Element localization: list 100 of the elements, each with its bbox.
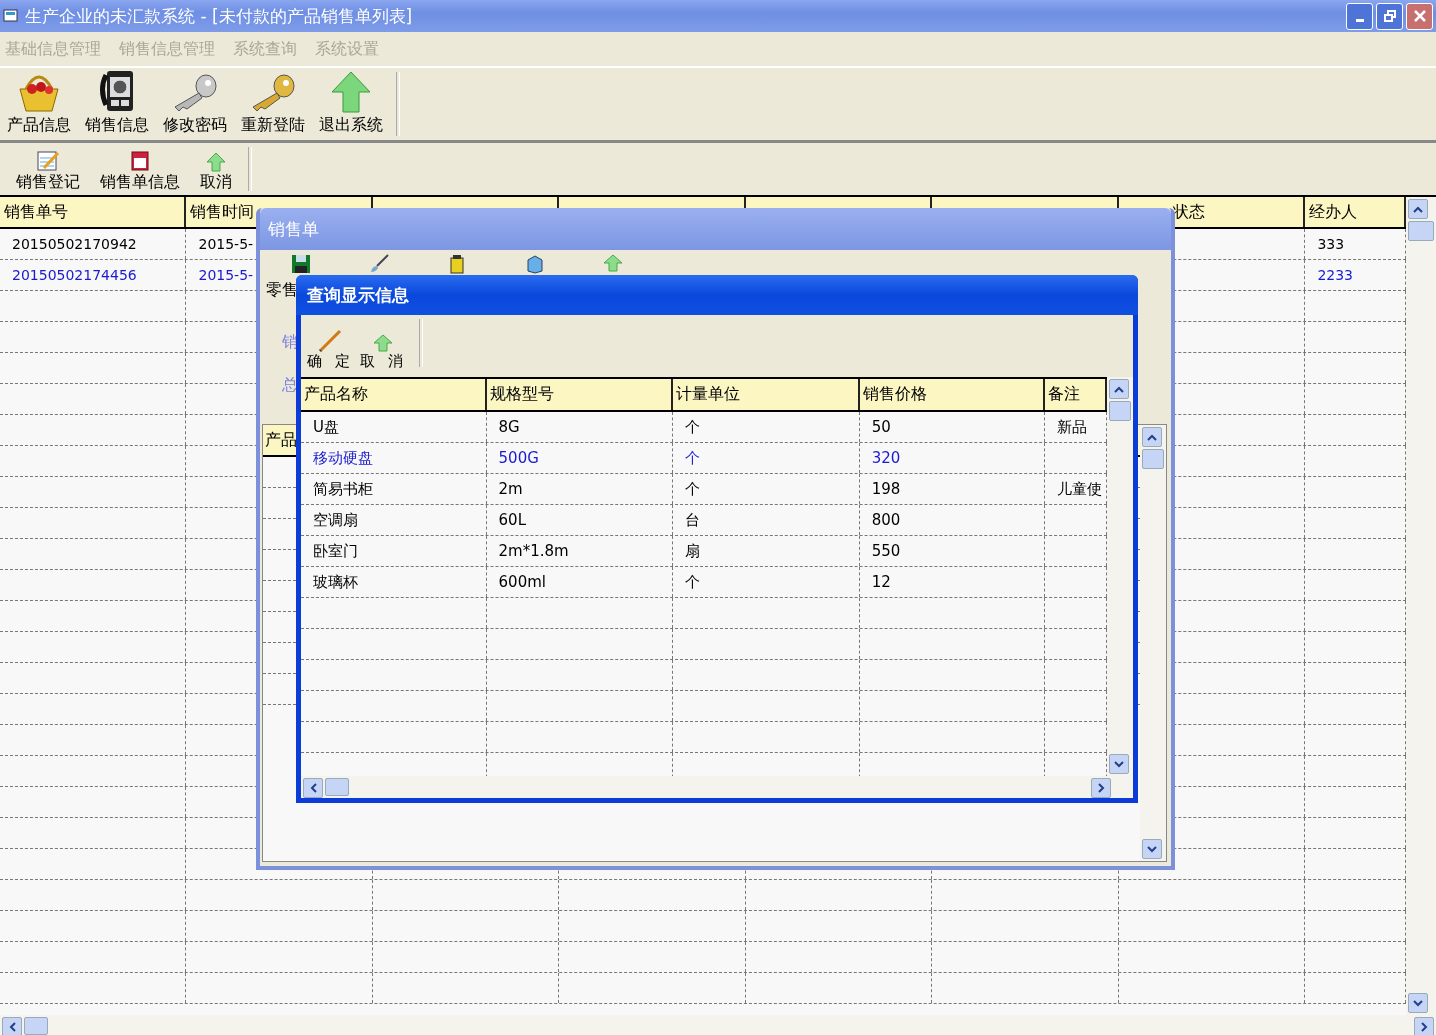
scroll-up-button[interactable] — [1408, 199, 1429, 219]
table-cell: 儿童使 — [1057, 479, 1103, 499]
table-cell: 20150502174456 — [12, 267, 137, 283]
table-cell: 550 — [871, 542, 901, 560]
table-cell: 500G — [498, 449, 539, 467]
scroll-down-button[interactable] — [1408, 993, 1429, 1013]
chevron-down-icon — [1114, 760, 1125, 768]
vertical-scrollbar[interactable] — [1140, 425, 1166, 861]
column-header[interactable]: 备注 — [1048, 384, 1081, 405]
up-arrow-icon — [206, 152, 226, 172]
field-label: 总 — [282, 375, 298, 396]
vertical-scrollbar[interactable] — [1107, 377, 1133, 776]
jar-icon[interactable] — [448, 254, 466, 274]
toolbar-button[interactable]: 取消 — [190, 152, 242, 195]
window-title: 生产企业的未汇款系统 - [未付款的产品销售单列表] — [25, 4, 414, 28]
table-cell: 扇 — [685, 541, 701, 561]
close-icon — [1412, 9, 1427, 23]
vertical-scrollbar[interactable] — [1406, 197, 1436, 1015]
scroll-up-button[interactable] — [1142, 427, 1162, 447]
chevron-left-icon — [8, 1022, 16, 1032]
column-header[interactable]: 产品 — [265, 429, 297, 451]
horizontal-scrollbar[interactable] — [301, 776, 1133, 798]
table-cell: 卧室门 — [313, 541, 358, 561]
table-cell: 个 — [685, 479, 701, 499]
table-cell: 8G — [498, 418, 520, 436]
table-cell: 个 — [685, 417, 701, 437]
toolbar-button[interactable]: 修改密码 — [156, 73, 234, 140]
table-cell: 2015-5- — [198, 236, 254, 252]
chevron-down-icon — [1413, 999, 1424, 1007]
table-cell: 空调扇 — [313, 510, 358, 530]
scroll-thumb[interactable] — [1142, 449, 1164, 469]
column-header[interactable]: 销售时间 — [190, 201, 255, 223]
table-cell: 600ml — [498, 573, 546, 591]
table-cell: 60L — [498, 511, 526, 529]
restore-icon — [1383, 10, 1396, 22]
table-cell: 320 — [871, 449, 901, 467]
toolbar-button[interactable]: 退出系统 — [312, 71, 390, 140]
table-cell: 12 — [871, 573, 891, 591]
minimize-button[interactable] — [1346, 2, 1373, 30]
table-cell: 个 — [685, 448, 701, 468]
notebook-icon — [129, 150, 151, 172]
toolbar-button[interactable]: 产品信息 — [0, 71, 78, 140]
pencil-icon — [318, 330, 343, 352]
minimize-icon — [1355, 18, 1364, 22]
scroll-down-button[interactable] — [1109, 754, 1130, 774]
chevron-down-icon — [1147, 845, 1157, 853]
window-icon — [3, 8, 19, 24]
column-header[interactable]: 经办人 — [1309, 201, 1358, 223]
table-cell: 2m — [498, 480, 523, 498]
horizontal-scrollbar[interactable] — [0, 1015, 1436, 1035]
up-arrow-icon — [331, 71, 371, 113]
toolbar-button[interactable]: 销售单信息 — [90, 150, 190, 195]
column-header[interactable]: 计量单位 — [676, 384, 741, 405]
table-cell: 台 — [685, 510, 701, 530]
table-cell: 50 — [871, 418, 891, 436]
table-cell: 20150502170942 — [12, 236, 137, 252]
scroll-left-button[interactable] — [2, 1017, 22, 1035]
toolbar-button[interactable]: 重新登陆 — [234, 73, 312, 140]
table-cell: 198 — [871, 480, 901, 498]
table-cell: 2015-5- — [198, 267, 254, 283]
column-header[interactable]: 销售单号 — [4, 201, 68, 223]
scroll-right-button[interactable] — [1414, 1017, 1434, 1035]
table-cell: 简易书柜 — [313, 479, 373, 499]
toolbar-button[interactable]: 销售信息 — [78, 69, 156, 140]
toolbar-button[interactable]: 确 定 — [307, 330, 354, 371]
scroll-down-button[interactable] — [1142, 839, 1162, 859]
chevron-right-icon — [1097, 783, 1105, 793]
table-cell: 800 — [871, 511, 901, 529]
scroll-thumb[interactable] — [1408, 221, 1434, 241]
column-header[interactable]: 销售价格 — [862, 384, 927, 405]
table-cell: 个 — [685, 572, 701, 592]
scroll-right-button[interactable] — [1091, 778, 1111, 798]
toolbar-button[interactable]: 取 消 — [359, 334, 407, 371]
chevron-up-icon — [1147, 433, 1157, 441]
scroll-left-button[interactable] — [303, 778, 323, 798]
chevron-up-icon — [1114, 385, 1125, 393]
table-cell: 移动硬盘 — [313, 448, 373, 468]
toolbar-label: 零售 — [266, 280, 298, 301]
table-cell: 2m*1.8m — [498, 542, 569, 560]
table-cell: 2233 — [1317, 267, 1354, 283]
chevron-left-icon — [309, 783, 317, 793]
restore-button[interactable] — [1376, 2, 1403, 30]
scroll-thumb[interactable] — [1109, 401, 1131, 421]
table-cell: 新品 — [1057, 417, 1088, 437]
chevron-up-icon — [1413, 205, 1424, 213]
notepad-icon — [36, 150, 60, 172]
table-cell: 333 — [1317, 236, 1345, 252]
scroll-thumb[interactable] — [325, 778, 349, 796]
toolbar-button[interactable]: 销售登记 — [6, 150, 90, 195]
dialog-title: 销售单 — [268, 217, 319, 241]
column-header[interactable]: 产品名称 — [304, 384, 368, 405]
scroll-thumb[interactable] — [24, 1017, 48, 1035]
column-header[interactable]: 规格型号 — [489, 384, 554, 405]
chevron-right-icon — [1420, 1022, 1428, 1032]
brush-icon[interactable] — [368, 254, 390, 274]
close-button[interactable] — [1406, 2, 1433, 30]
table-cell: U盘 — [313, 417, 339, 437]
scroll-up-button[interactable] — [1109, 379, 1130, 399]
up-arrow-icon — [373, 334, 394, 352]
dialog-title: 查询显示信息 — [307, 283, 409, 307]
